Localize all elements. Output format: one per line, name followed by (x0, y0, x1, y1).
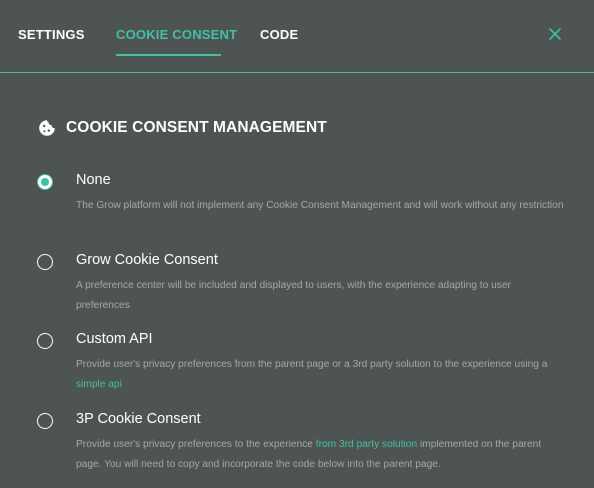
section-header: COOKIE CONSENT MANAGEMENT (38, 118, 327, 138)
cookie-icon (39, 120, 55, 136)
option-description: Provide user's privacy preferences from … (76, 355, 566, 395)
tab-bar: SETTINGS COOKIE CONSENT CODE (0, 0, 594, 73)
radio-none[interactable] (37, 174, 53, 190)
third-party-solution-link[interactable]: from 3rd party solution (316, 439, 417, 450)
option-title[interactable]: Custom API (76, 331, 153, 347)
option-description-text: A preference center will be included and… (76, 280, 511, 311)
option-title[interactable]: None (76, 172, 111, 188)
radio-3p-cookie-consent[interactable] (37, 413, 53, 429)
radio-grow-cookie-consent[interactable] (37, 254, 53, 270)
active-tab-indicator (116, 54, 221, 56)
radio-custom-api[interactable] (37, 333, 53, 349)
tab-code[interactable]: CODE (260, 27, 298, 42)
tab-cookie-consent[interactable]: COOKIE CONSENT (116, 27, 237, 42)
option-title[interactable]: 3P Cookie Consent (76, 411, 201, 427)
option-title[interactable]: Grow Cookie Consent (76, 252, 218, 268)
option-description: Provide user's privacy preferences to th… (76, 435, 566, 475)
option-description-text: Provide user's privacy preferences to th… (76, 439, 316, 450)
option-description-text: Provide user's privacy preferences from … (76, 359, 548, 370)
close-icon[interactable] (548, 27, 562, 41)
simple-api-link[interactable]: simple api (76, 379, 122, 390)
section-title: COOKIE CONSENT MANAGEMENT (66, 119, 327, 136)
option-description: A preference center will be included and… (76, 276, 566, 316)
cookie-consent-panel: SETTINGS COOKIE CONSENT CODE COOKIE CONS… (0, 0, 594, 488)
option-description-text: The Grow platform will not implement any… (76, 200, 564, 211)
option-description: The Grow platform will not implement any… (76, 196, 566, 216)
tab-settings[interactable]: SETTINGS (18, 27, 85, 42)
